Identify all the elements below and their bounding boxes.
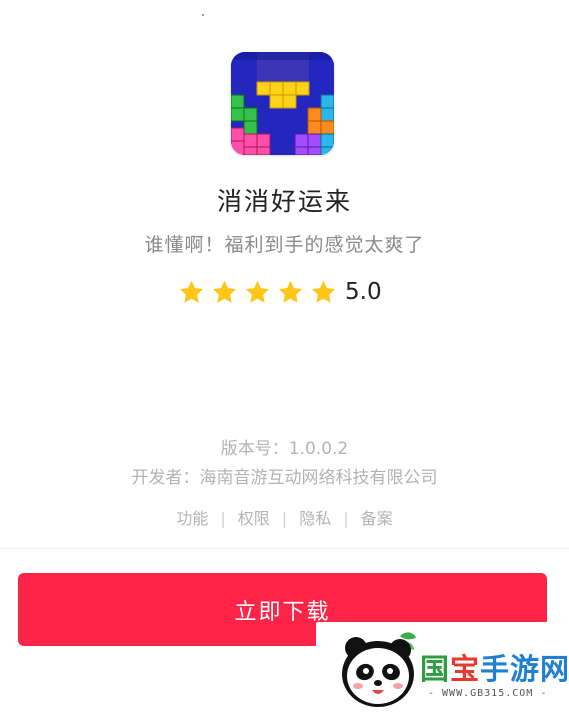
star-icon (179, 280, 204, 303)
privacy-link[interactable]: 隐私 (299, 509, 331, 528)
watermark-title-part: 宝 (450, 652, 481, 686)
app-name: 消消好运来 (216, 187, 352, 216)
panda-logo-icon (342, 632, 416, 707)
watermark: 国宝手游网 - WWW.GB315.COM - (316, 622, 569, 715)
filing-link[interactable]: 备案 (361, 509, 393, 528)
info-links: 功能 | 权限 | 隐私 | 备案 (0, 505, 569, 529)
link-separator: | (343, 509, 349, 528)
rating: 5.0 (178, 276, 382, 308)
watermark-title-part: 国 (420, 652, 451, 686)
features-link[interactable]: 功能 (176, 509, 208, 528)
version-info: 版本号：1.0.0.2 (220, 439, 349, 459)
link-separator: | (220, 509, 226, 528)
block-puzzle-app-icon (231, 52, 334, 155)
rating-value: 5.0 (345, 279, 382, 305)
watermark-url: - WWW.GB315.COM - (428, 688, 548, 699)
star-icon (278, 280, 303, 303)
app-slogan: 谁懂啊！福利到手的感觉太爽了 (144, 234, 425, 256)
permissions-link[interactable]: 权限 (238, 509, 270, 528)
star-icon (212, 280, 237, 303)
watermark-title-part: 手游网 (480, 652, 569, 686)
watermark-title: 国宝手游网 (420, 646, 569, 688)
link-separator: | (281, 509, 288, 528)
star-icon (311, 280, 336, 303)
star-icon (245, 280, 270, 303)
divider (0, 548, 569, 549)
app-download-page: 消消好运来 谁懂啊！福利到手的感觉太爽了 5.0 版本号：1.0.0.2 开发者… (0, 0, 569, 715)
app-icon (231, 52, 334, 155)
status-dot (202, 14, 204, 16)
developer-info: 开发者：海南音游互动网络科技有限公司 (131, 468, 438, 488)
